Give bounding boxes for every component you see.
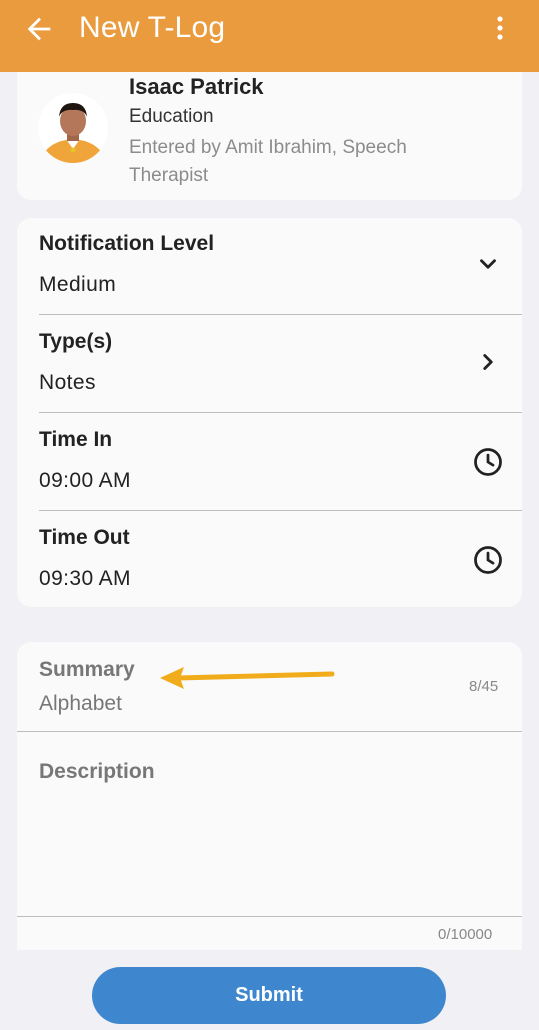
summary-value: Alphabet	[39, 692, 122, 715]
field-label: Time In	[39, 428, 113, 451]
person-avatar-icon	[38, 93, 108, 163]
page-title: New T-Log	[79, 11, 226, 44]
divider	[39, 314, 522, 315]
description-label: Description	[39, 760, 155, 783]
description-char-counter: 0/10000	[438, 926, 493, 943]
chevron-right-icon[interactable]	[475, 349, 501, 375]
field-label: Notification Level	[39, 232, 215, 255]
divider	[39, 510, 522, 511]
avatar	[38, 93, 108, 163]
time-in-field[interactable]: Time In 09:00 AM	[17, 414, 522, 512]
app-bar: New T-Log	[0, 0, 539, 72]
clock-icon[interactable]	[473, 545, 503, 575]
divider	[39, 412, 522, 413]
field-label: Type(s)	[39, 330, 113, 353]
field-value: 09:00 AM	[39, 469, 131, 492]
profile-card: Isaac Patrick Education Entered by Amit …	[17, 60, 522, 200]
summary-char-counter: 8/45	[469, 678, 499, 695]
summary-label: Summary	[39, 658, 135, 681]
arrow-left-icon[interactable]	[22, 12, 56, 46]
time-out-field[interactable]: Time Out 09:30 AM	[17, 512, 522, 610]
divider	[17, 916, 522, 917]
student-name: Isaac Patrick	[129, 74, 264, 99]
more-vertical-icon[interactable]	[488, 14, 512, 42]
chevron-down-icon[interactable]	[475, 251, 501, 277]
description-input[interactable]: Description	[17, 732, 522, 916]
field-value: Notes	[39, 371, 96, 394]
student-role: Education	[129, 106, 214, 127]
clock-icon[interactable]	[473, 447, 503, 477]
field-value: 09:30 AM	[39, 567, 131, 590]
notification-level-field[interactable]: Notification Level Medium	[17, 218, 522, 316]
field-label: Time Out	[39, 526, 130, 549]
entered-by-text: Entered by Amit Ibrahim, Speech Therapis…	[129, 137, 407, 186]
types-field[interactable]: Type(s) Notes	[17, 316, 522, 414]
annotation-arrow-icon	[160, 667, 335, 689]
submit-button[interactable]: Submit	[92, 967, 446, 1024]
details-card: Notification Level Medium Type(s) Notes …	[17, 218, 522, 607]
field-value: Medium	[39, 273, 117, 296]
